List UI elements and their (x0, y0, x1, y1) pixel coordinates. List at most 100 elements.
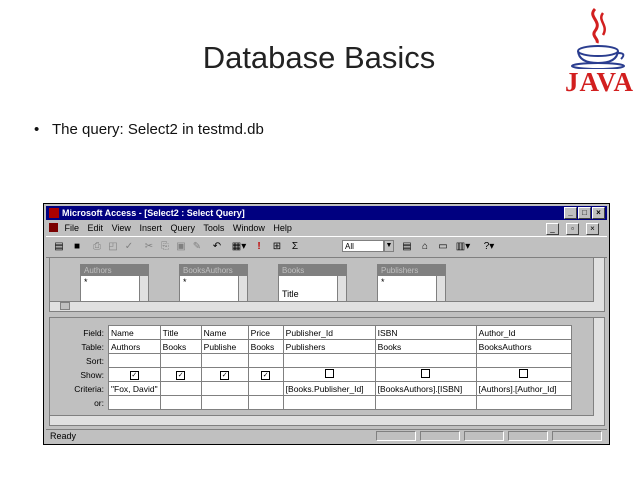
doc-close-button[interactable]: × (586, 223, 599, 235)
table-box-scrollbar[interactable] (238, 276, 247, 301)
table-box-title[interactable]: BooksAuthors (180, 265, 247, 276)
grid-cell[interactable]: Publishe (200, 339, 249, 354)
show-checkbox[interactable] (324, 369, 334, 378)
grid-cell[interactable]: Books (374, 339, 477, 354)
help-icon[interactable]: ?▾ (480, 240, 498, 253)
grid-cell[interactable]: ISBN (374, 325, 477, 340)
table-box-scrollbar[interactable] (436, 276, 445, 301)
grid-cell[interactable]: [BooksAuthors].[ISBN] (374, 381, 477, 396)
grid-cell[interactable] (247, 353, 284, 368)
grid-cell[interactable] (282, 395, 376, 410)
menu-view[interactable]: View (112, 223, 131, 233)
menu-query[interactable]: Query (170, 223, 195, 233)
grid-cell[interactable] (108, 353, 161, 368)
grid-cell[interactable]: Name (108, 325, 161, 340)
table-box-scrollbar[interactable] (139, 276, 148, 301)
maximize-button[interactable]: □ (578, 207, 591, 219)
table-box-field[interactable]: Title (279, 288, 346, 300)
grid-cell[interactable]: Books (159, 339, 202, 354)
grid-cell[interactable]: Publishers (282, 339, 376, 354)
grid-cell[interactable]: Books (247, 339, 284, 354)
table-box-field[interactable]: * (180, 276, 247, 288)
grid-cell[interactable] (247, 395, 284, 410)
print-preview-icon[interactable]: ◰ (106, 240, 120, 253)
grid-vscrollbar[interactable] (593, 318, 604, 425)
grid-cell[interactable] (200, 353, 249, 368)
window-titlebar[interactable]: Microsoft Access - [Select2 : Select Que… (46, 206, 607, 220)
grid-cell[interactable] (374, 395, 477, 410)
grid-cell[interactable] (200, 395, 249, 410)
grid-cell[interactable] (159, 395, 202, 410)
chevron-down-icon[interactable]: ▼ (384, 240, 394, 252)
grid-cell[interactable] (108, 395, 161, 410)
menu-tools[interactable]: Tools (203, 223, 224, 233)
table-box-field[interactable]: * (378, 276, 445, 288)
database-window-icon[interactable]: ▭ (436, 240, 450, 253)
cut-icon[interactable]: ✂ (142, 240, 156, 253)
grid-hscrollbar[interactable] (50, 415, 594, 425)
table-box-booksauthors[interactable]: BooksAuthors * (179, 264, 248, 302)
grid-cell[interactable]: Publisher_Id (282, 325, 376, 340)
grid-cell[interactable]: Name (200, 325, 249, 340)
table-pane-hscrollbar[interactable] (50, 301, 594, 311)
print-icon[interactable]: ⎙ (90, 240, 104, 253)
grid-cell[interactable]: [Books.Publisher_Id] (282, 381, 376, 396)
paste-icon[interactable]: ▣ (174, 240, 188, 253)
grid-cell[interactable] (475, 353, 572, 368)
grid-cell[interactable] (159, 381, 202, 396)
new-object-icon[interactable]: ▥▾ (454, 240, 472, 253)
undo-icon[interactable]: ↶ (210, 240, 224, 253)
show-checkbox[interactable]: ✓ (261, 371, 271, 380)
show-table-icon[interactable]: ⊞ (270, 240, 284, 253)
spelling-icon[interactable]: ✓ (122, 240, 136, 253)
grid-cell[interactable]: Author_Id (475, 325, 572, 340)
menu-file[interactable]: File (65, 223, 80, 233)
view-icon[interactable]: ▤ (52, 240, 66, 253)
table-box-authors[interactable]: Authors * (80, 264, 149, 302)
copy-icon[interactable]: ⎘ (158, 240, 172, 253)
grid-cell[interactable] (374, 353, 477, 368)
minimize-button[interactable]: _ (564, 207, 577, 219)
table-box-title[interactable]: Books (279, 265, 346, 276)
doc-restore-button[interactable]: ▫ (566, 223, 579, 235)
menu-help[interactable]: Help (273, 223, 292, 233)
top-values-combo[interactable]: All (342, 240, 384, 252)
menu-edit[interactable]: Edit (88, 223, 104, 233)
save-icon[interactable]: ■ (70, 240, 84, 253)
grid-cell[interactable]: Price (247, 325, 284, 340)
build-icon[interactable]: ⌂ (418, 240, 432, 253)
grid-cell[interactable] (475, 395, 572, 410)
show-checkbox[interactable] (421, 369, 431, 378)
grid-cell[interactable]: "Fox, David" (108, 381, 161, 396)
grid-cell[interactable]: BooksAuthors (475, 339, 572, 354)
show-checkbox[interactable]: ✓ (176, 371, 186, 380)
close-button[interactable]: × (592, 207, 605, 219)
format-painter-icon[interactable]: ✎ (190, 240, 204, 253)
query-doc-icon[interactable] (49, 223, 58, 232)
show-checkbox[interactable] (519, 369, 529, 378)
grid-cell[interactable]: Authors (108, 339, 161, 354)
grid-cell[interactable]: Title (159, 325, 202, 340)
show-checkbox[interactable]: ✓ (220, 371, 230, 380)
grid-cell[interactable] (159, 353, 202, 368)
table-box-scrollbar[interactable] (337, 276, 346, 301)
scroll-thumb[interactable] (60, 302, 70, 310)
properties-icon[interactable]: ▤ (400, 240, 414, 253)
menu-insert[interactable]: Insert (139, 223, 162, 233)
table-box-publishers[interactable]: Publishers * (377, 264, 446, 302)
table-box-title[interactable]: Authors (81, 265, 148, 276)
grid-cell[interactable] (282, 353, 376, 368)
grid-cell[interactable] (200, 381, 249, 396)
totals-icon[interactable]: Σ (288, 240, 302, 253)
table-pane-vscrollbar[interactable] (593, 258, 604, 311)
grid-cell[interactable]: [Authors].[Author_Id] (475, 381, 572, 396)
show-checkbox[interactable]: ✓ (129, 371, 139, 380)
table-box-field[interactable]: * (81, 276, 148, 288)
table-box-books[interactable]: Books Title (278, 264, 347, 302)
query-type-icon[interactable]: ▦▾ (230, 240, 248, 253)
menu-window[interactable]: Window (233, 223, 265, 233)
grid-cell[interactable] (247, 381, 284, 396)
table-box-title[interactable]: Publishers (378, 265, 445, 276)
run-icon[interactable]: ! (254, 240, 264, 253)
doc-minimize-button[interactable]: _ (546, 223, 559, 235)
